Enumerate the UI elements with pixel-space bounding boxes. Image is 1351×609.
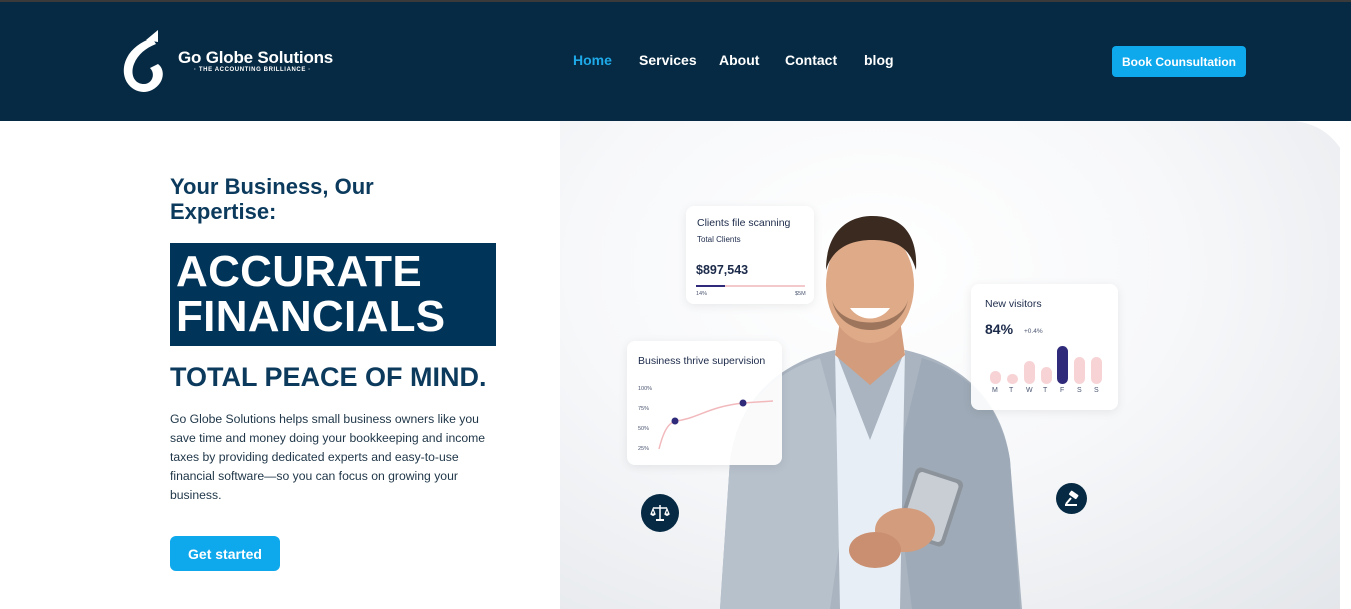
visitors-day-label-2: T [1009, 387, 1014, 394]
gavel-badge [1056, 483, 1087, 514]
visitors-bar-chart [987, 344, 1105, 384]
visitors-day-label-3: W [1026, 387, 1033, 394]
nav-contact[interactable]: Contact [785, 52, 837, 68]
nav-about[interactable]: About [719, 52, 759, 68]
supervision-tick-50: 50% [638, 426, 650, 432]
scanning-min-label: 14% [696, 291, 708, 297]
hero-highlight-line1: ACCURATE [176, 247, 423, 296]
supervision-tick-75: 75% [638, 406, 650, 412]
visitors-bar-4 [1041, 367, 1052, 384]
logo-mark-icon [123, 30, 163, 93]
gavel-icon [1064, 490, 1078, 506]
scanning-progress-fill [696, 285, 726, 287]
visitors-day-label-1: M [992, 387, 998, 394]
supervision-tick-25: 25% [638, 446, 650, 452]
new-visitors-card: New visitors 84% +0.4% M T W T F S S [971, 284, 1118, 410]
visitors-bar-6 [1074, 357, 1085, 384]
visitors-day-label-5: F [1060, 387, 1065, 394]
nav-services[interactable]: Services [639, 52, 697, 68]
hero-intro-heading: Your Business, Our Expertise: [170, 174, 374, 224]
hero-subheading: TOTAL PEACE OF MIND. [170, 362, 487, 392]
supervision-card-title: Business thrive supervision [638, 355, 766, 367]
visitors-day-label-7: S [1094, 387, 1099, 394]
book-consultation-button[interactable]: Book Counsultation [1112, 46, 1246, 77]
visitors-card-delta: +0.4% [1024, 328, 1043, 335]
scales-icon [650, 505, 670, 521]
hero-description: Go Globe Solutions helps small business … [170, 412, 486, 502]
get-started-button[interactable]: Get started [170, 536, 280, 571]
clients-scanning-card: Clients file scanning Total Clients $897… [686, 206, 814, 304]
visitors-day-label-4: T [1043, 387, 1048, 394]
scales-badge [641, 494, 679, 532]
brand-logo[interactable]: Go Globe Solutions · THE ACCOUNTING BRIL… [120, 28, 340, 98]
visitors-bar-1 [990, 371, 1001, 384]
visitors-day-labels: MTWTFSS [987, 387, 1105, 397]
nav-blog[interactable]: blog [864, 52, 894, 68]
scanning-card-title: Clients file scanning [697, 217, 791, 229]
business-supervision-card: Business thrive supervision 100% 75% 50%… [627, 341, 782, 465]
scanning-card-subtitle: Total Clients [697, 235, 741, 244]
hero-highlight-line2: FINANCIALS [176, 292, 446, 341]
visitors-day-label-6: S [1077, 387, 1082, 394]
supervision-point-1 [671, 417, 679, 425]
visitors-bar-2 [1007, 374, 1018, 384]
supervision-line-chart [658, 399, 774, 450]
scanning-progress-track [696, 285, 805, 287]
visitors-bar-5 [1057, 346, 1068, 384]
supervision-point-2 [739, 399, 747, 407]
visitors-card-title: New visitors [985, 298, 1042, 310]
brand-name: Go Globe Solutions [178, 48, 334, 67]
site-header: Go Globe Solutions · THE ACCOUNTING BRIL… [0, 2, 1351, 121]
nav-home[interactable]: Home [573, 52, 612, 68]
visitors-bar-7 [1091, 357, 1102, 384]
scanning-card-value: $897,543 [696, 263, 749, 277]
hero-highlight-box: ACCURATE FINANCIALS [170, 243, 496, 346]
scanning-max-label: $5M [795, 291, 806, 297]
supervision-trend-line [658, 400, 774, 450]
page-right-edge [1340, 121, 1351, 609]
brand-tagline: · THE ACCOUNTING BRILLIANCE · [194, 67, 311, 73]
supervision-tick-100: 100% [638, 386, 653, 392]
visitors-card-value: 84% [985, 321, 1014, 337]
visitors-bar-3 [1024, 361, 1035, 384]
